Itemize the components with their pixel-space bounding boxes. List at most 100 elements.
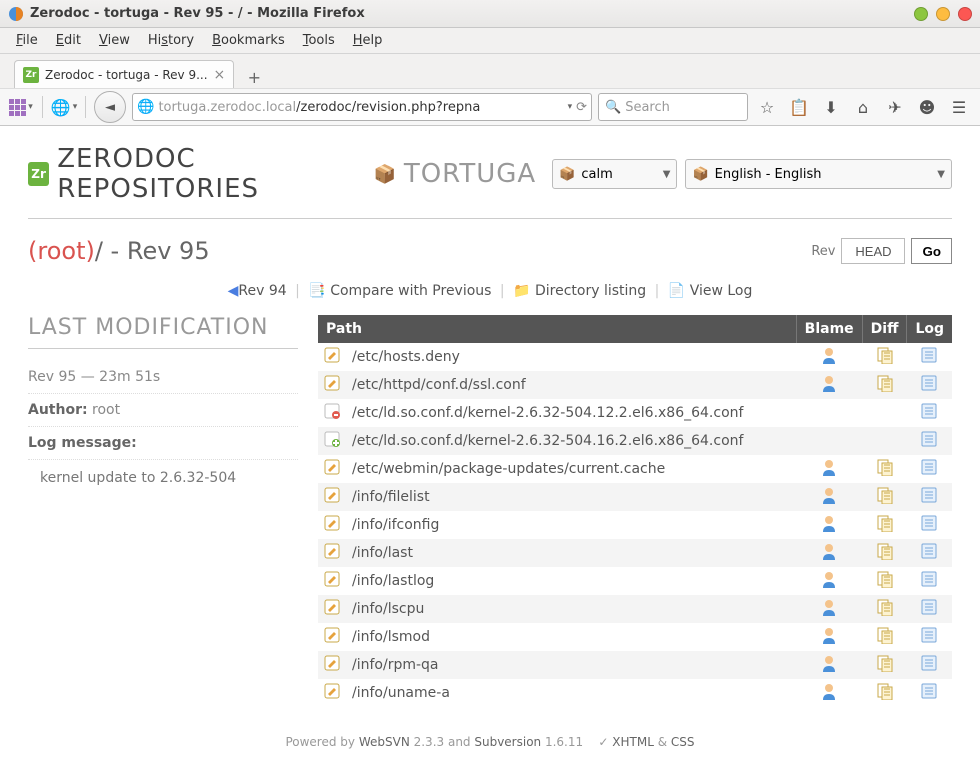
search-bar[interactable]: 🔍 Search <box>598 93 748 121</box>
apps-icon[interactable]: ▾ <box>8 94 34 120</box>
view-log-link[interactable]: View Log <box>690 283 753 299</box>
menu-bookmarks[interactable]: Bookmarks <box>204 31 293 50</box>
menu-file[interactable]: File <box>8 31 46 50</box>
log-button[interactable] <box>907 343 952 371</box>
downloads-icon[interactable]: ⬇ <box>818 94 844 120</box>
home-icon[interactable]: ⌂ <box>850 94 876 120</box>
subversion-link[interactable]: Subversion <box>474 735 541 749</box>
language-dropdown[interactable]: 📦 English - English ▼ <box>685 159 952 189</box>
blame-button[interactable] <box>796 455 862 483</box>
log-button[interactable] <box>907 483 952 511</box>
file-status-icon <box>318 651 346 679</box>
diff-button[interactable] <box>862 343 907 371</box>
blame-button[interactable] <box>796 343 862 371</box>
diff-button[interactable] <box>862 595 907 623</box>
file-path[interactable]: /etc/ld.so.conf.d/kernel-2.6.32-504.16.2… <box>346 427 796 455</box>
blame-button[interactable] <box>796 679 862 707</box>
log-button[interactable] <box>907 427 952 455</box>
log-button[interactable] <box>907 455 952 483</box>
diff-button[interactable] <box>862 371 907 399</box>
back-button[interactable]: ◄ <box>94 91 126 123</box>
send-icon[interactable]: ✈ <box>882 94 908 120</box>
globe-icon[interactable]: 🌐▾ <box>51 94 77 120</box>
new-tab-button[interactable]: + <box>240 66 268 88</box>
file-path[interactable]: /info/ifconfig <box>346 511 796 539</box>
blame-button[interactable] <box>796 651 862 679</box>
menu-view[interactable]: View <box>91 31 138 50</box>
site-identity-icon[interactable]: 🌐 <box>137 99 154 115</box>
file-path[interactable]: /etc/ld.so.conf.d/kernel-2.6.32-504.12.2… <box>346 399 796 427</box>
tab-close-button[interactable]: × <box>214 67 226 83</box>
log-button[interactable] <box>907 679 952 707</box>
theme-dropdown[interactable]: 📦 calm ▼ <box>552 159 677 189</box>
compare-link[interactable]: Compare with Previous <box>330 283 491 299</box>
blame-button[interactable] <box>796 595 862 623</box>
blame-button[interactable] <box>796 511 862 539</box>
log-button[interactable] <box>907 623 952 651</box>
menu-history[interactable]: History <box>140 31 202 50</box>
diff-button[interactable] <box>862 511 907 539</box>
xhtml-link[interactable]: XHTML <box>612 735 654 749</box>
log-button[interactable] <box>907 595 952 623</box>
diff-button[interactable] <box>862 539 907 567</box>
diff-button[interactable] <box>862 567 907 595</box>
log-button[interactable] <box>907 371 952 399</box>
table-row: /info/last <box>318 539 952 567</box>
page-content: Zr ZERODOC REPOSITORIES 📦 TORTUGA 📦 calm… <box>0 126 980 759</box>
file-path[interactable]: /info/last <box>346 539 796 567</box>
websvn-link[interactable]: WebSVN <box>359 735 410 749</box>
clipboard-icon[interactable]: 📋 <box>786 94 812 120</box>
file-path[interactable]: /info/uname-a <box>346 679 796 707</box>
file-path[interactable]: /etc/hosts.deny <box>346 343 796 371</box>
file-path[interactable]: /info/lastlog <box>346 567 796 595</box>
menu-edit[interactable]: Edit <box>48 31 89 50</box>
css-link[interactable]: CSS <box>671 735 695 749</box>
blame-button[interactable] <box>796 623 862 651</box>
face-icon[interactable]: ☻ <box>914 94 940 120</box>
hamburger-menu-icon[interactable]: ☰ <box>946 94 972 120</box>
file-path[interactable]: /etc/webmin/package-updates/current.cach… <box>346 455 796 483</box>
log-button[interactable] <box>907 399 952 427</box>
prev-rev-link[interactable]: Rev 94 <box>238 283 286 299</box>
directory-listing-link[interactable]: Directory listing <box>535 283 646 299</box>
blame-button[interactable] <box>796 567 862 595</box>
file-path[interactable]: /info/filelist <box>346 483 796 511</box>
rev-input[interactable] <box>841 238 905 264</box>
url-bar[interactable]: 🌐 tortuga.zerodoc.local/zerodoc/revision… <box>132 93 592 121</box>
diff-button[interactable] <box>862 623 907 651</box>
window-minimize-button[interactable] <box>914 7 928 21</box>
file-path[interactable]: /info/lscpu <box>346 595 796 623</box>
file-path[interactable]: /etc/httpd/conf.d/ssl.conf <box>346 371 796 399</box>
log-button[interactable] <box>907 539 952 567</box>
url-dropdown-icon[interactable]: ▾ <box>568 102 573 112</box>
root-link[interactable]: (root) <box>28 237 95 265</box>
file-path[interactable]: /info/rpm-qa <box>346 651 796 679</box>
diff-button[interactable] <box>862 483 907 511</box>
table-row: /etc/ld.so.conf.d/kernel-2.6.32-504.16.2… <box>318 427 952 455</box>
menu-help[interactable]: Help <box>345 31 391 50</box>
browser-tab[interactable]: Zr Zerodoc - tortuga - Rev 9... × <box>14 60 234 88</box>
action-bar: ◀Rev 94 | 📑 Compare with Previous | 📁 Di… <box>28 283 952 299</box>
diff-button[interactable] <box>862 651 907 679</box>
compare-icon: 📑 <box>308 283 325 299</box>
bookmark-star-icon[interactable]: ☆ <box>754 94 780 120</box>
blame-button[interactable] <box>796 371 862 399</box>
blame-button <box>796 399 862 427</box>
reload-button[interactable]: ⟳ <box>576 100 587 115</box>
diff-button[interactable] <box>862 679 907 707</box>
go-button[interactable]: Go <box>911 238 952 264</box>
file-status-icon <box>318 595 346 623</box>
window-maximize-button[interactable] <box>936 7 950 21</box>
file-path[interactable]: /info/lsmod <box>346 623 796 651</box>
log-button[interactable] <box>907 651 952 679</box>
blame-button[interactable] <box>796 539 862 567</box>
blame-button[interactable] <box>796 483 862 511</box>
log-button[interactable] <box>907 511 952 539</box>
prev-arrow-icon: ◀ <box>228 283 239 299</box>
path-text: / - Rev 95 <box>95 237 210 265</box>
menu-tools[interactable]: Tools <box>295 31 343 50</box>
diff-button[interactable] <box>862 455 907 483</box>
package-icon: 📦 <box>374 164 396 184</box>
log-button[interactable] <box>907 567 952 595</box>
window-close-button[interactable] <box>958 7 972 21</box>
